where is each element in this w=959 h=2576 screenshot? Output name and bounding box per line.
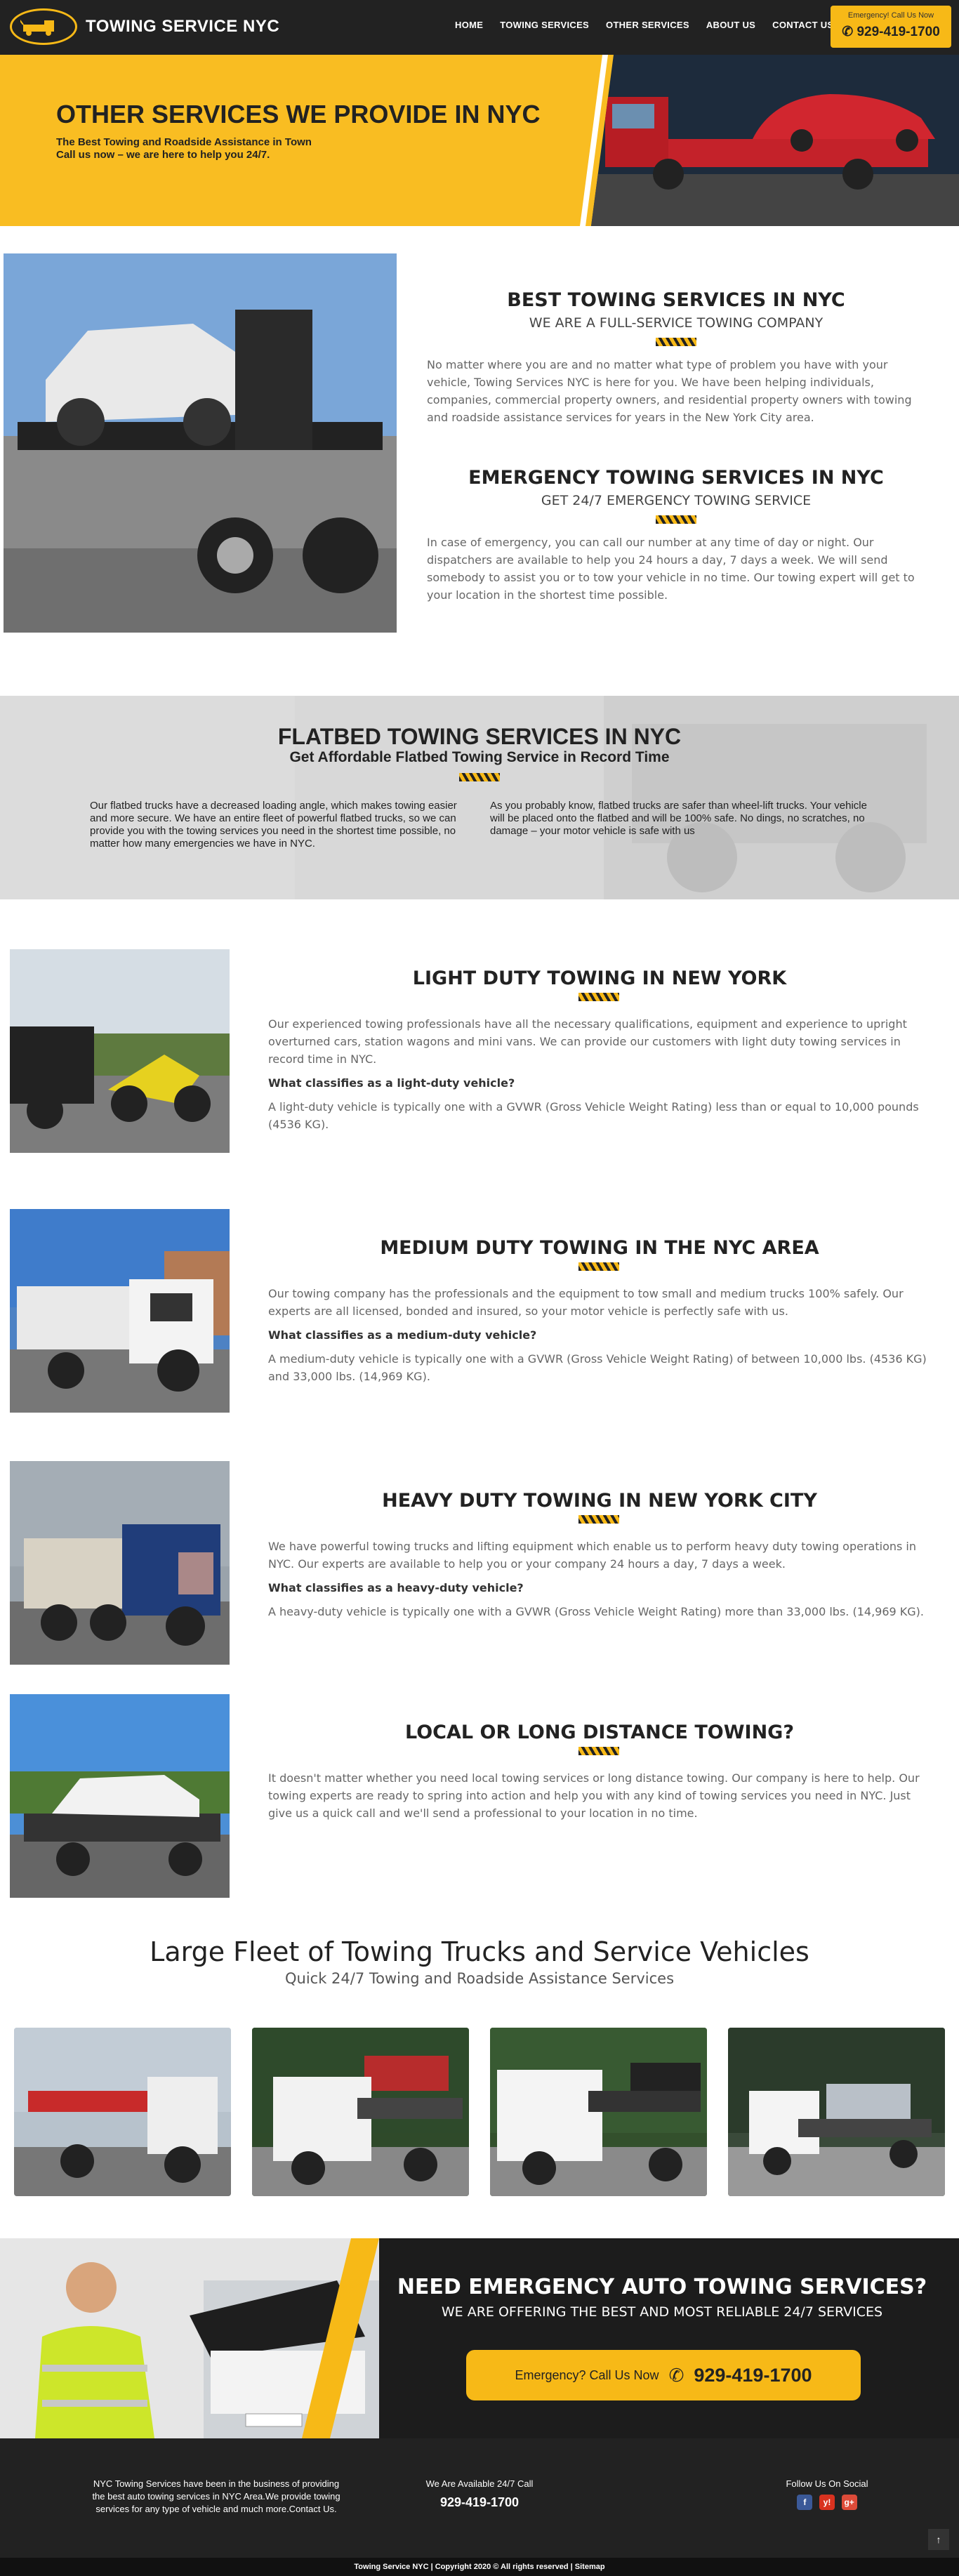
fleet-subtitle: Quick 24/7 Towing and Roadside Assistanc… [284,1970,675,1987]
flatbed-title: FLATBED TOWING SERVICES IN NYC [277,724,682,749]
phone-icon: ✆ [842,25,854,39]
nav-towing-services[interactable]: TOWING SERVICES [491,20,597,30]
cta-button-label: Emergency? Call Us Now [515,2367,659,2382]
cta-call-button[interactable]: Emergency? Call Us Now ✆ 929-419-1700 [466,2350,861,2400]
divider-stripes [578,993,619,1001]
footer-phone-number[interactable]: 929-419-1700 [409,2496,550,2509]
heavy-duty-question: What classifies as a heavy-duty vehicle? [268,1581,524,1594]
emergency-towing-section: EMERGENCY TOWING SERVICES IN NYC GET 24/… [427,467,925,604]
emergency-towing-text: In case of emergency, you can call our n… [427,536,915,602]
fleet-photo-1[interactable] [14,2028,231,2196]
cta-driver-photo [0,2238,379,2438]
phone-icon: ✆ [668,2364,684,2386]
footer-social-title: Follow Us On Social [786,2478,868,2489]
cta-button-number: 929-419-1700 [694,2364,812,2386]
divider-stripes [459,773,500,781]
tow-truck-logo-icon [20,20,54,36]
best-towing-subtitle: WE ARE A FULL-SERVICE TOWING COMPANY [529,315,824,331]
fleet-title: Large Fleet of Towing Trucks and Service… [150,1936,809,1967]
main-nav: HOME TOWING SERVICES OTHER SERVICES ABOU… [447,20,842,30]
copyright-bar: Towing Service NYC | Copyright 2020 © Al… [0,2558,959,2576]
scroll-to-top-button[interactable]: ↑ [928,2529,949,2550]
medium-duty-answer: A medium-duty vehicle is typically one w… [268,1352,927,1383]
light-duty-title: LIGHT DUTY TOWING IN NEW YORK [412,967,787,989]
best-towing-section: BEST TOWING SERVICES IN NYC WE ARE A FUL… [427,289,925,426]
footer-availability: We Are Available 24/7 Call [425,2478,534,2489]
hero-banner: OTHER SERVICES WE PROVIDE IN NYC The Bes… [0,55,959,226]
brand-name: TOWING SERVICE NYC [86,17,280,36]
heavy-duty-text: We have powerful towing trucks and lifti… [268,1540,917,1571]
fleet-photo-4[interactable] [728,2028,945,2196]
logo[interactable] [10,8,77,45]
distance-towing-title: LOCAL OR LONG DISTANCE TOWING? [404,1722,794,1743]
divider-stripes [578,1515,619,1524]
flatbed-text-left: Our flatbed trucks have a decreased load… [90,800,457,850]
medium-duty-photo [10,1209,230,1413]
hero-tow-truck-photo [591,55,959,226]
light-duty-answer: A light-duty vehicle is typically one wi… [268,1100,919,1131]
best-towing-photo [4,253,397,633]
fleet-photo-2[interactable] [252,2028,469,2196]
divider-stripes [578,1747,619,1755]
divider-stripes [578,1262,619,1271]
yahoo-icon[interactable]: y! [819,2495,835,2510]
hero-call-note: Call us now – we are here to help you 24… [56,149,270,161]
light-duty-text: Our experienced towing professionals hav… [268,1017,907,1066]
flatbed-section: FLATBED TOWING SERVICES IN NYC Get Affor… [0,696,959,899]
medium-duty-text: Our towing company has the professionals… [268,1287,904,1318]
heavy-duty-photo [10,1461,230,1665]
emergency-towing-title: EMERGENCY TOWING SERVICES IN NYC [468,467,884,489]
distance-towing-photo [10,1694,230,1898]
divider-stripes [656,338,696,346]
nav-home[interactable]: HOME [447,20,491,30]
divider-stripes [656,515,696,524]
flatbed-text-right: As you probably know, flatbed trucks are… [490,800,867,837]
flatbed-subtitle: Get Affordable Flatbed Towing Service in… [289,749,670,765]
header-call-label: Emergency! Call Us Now [847,11,934,20]
nav-other-services[interactable]: OTHER SERVICES [597,20,698,30]
cta-subtitle: WE ARE OFFERING THE BEST AND MOST RELIAB… [441,2304,883,2320]
footer-about-text: NYC Towing Services have been in the bus… [92,2478,340,2514]
nav-about-us[interactable]: ABOUT US [698,20,764,30]
heavy-duty-title: HEAVY DUTY TOWING IN NEW YORK CITY [382,1490,817,1512]
page-title: OTHER SERVICES WE PROVIDE IN NYC [56,100,541,128]
emergency-towing-subtitle: GET 24/7 EMERGENCY TOWING SERVICE [541,493,812,508]
facebook-icon[interactable]: f [797,2495,813,2510]
cta-banner: NEED EMERGENCY AUTO TOWING SERVICES? WE … [0,2238,959,2438]
light-duty-question: What classifies as a light-duty vehicle? [268,1076,515,1090]
footer: NYC Towing Services have been in the bus… [0,2438,959,2558]
best-towing-text: No matter where you are and no matter wh… [427,358,912,424]
best-towing-title: BEST TOWING SERVICES IN NYC [507,289,845,311]
medium-duty-title: MEDIUM DUTY TOWING IN THE NYC AREA [380,1237,819,1259]
top-navbar: TOWING SERVICE NYC HOME TOWING SERVICES … [0,0,959,55]
header-call-number: 929-419-1700 [857,25,940,39]
hero-tagline: The Best Towing and Roadside Assistance … [56,136,312,148]
cta-title: NEED EMERGENCY AUTO TOWING SERVICES? [397,2275,927,2299]
heavy-duty-answer: A heavy-duty vehicle is typically one wi… [268,1605,924,1618]
distance-towing-text: It doesn't matter whether you need local… [268,1771,920,1820]
google-plus-icon[interactable]: g+ [841,2495,857,2510]
medium-duty-question: What classifies as a medium-duty vehicle… [268,1328,537,1342]
light-duty-photo [10,949,230,1153]
fleet-photo-3[interactable] [490,2028,707,2196]
header-call-button[interactable]: Emergency! Call Us Now ✆ 929-419-1700 [831,6,951,48]
